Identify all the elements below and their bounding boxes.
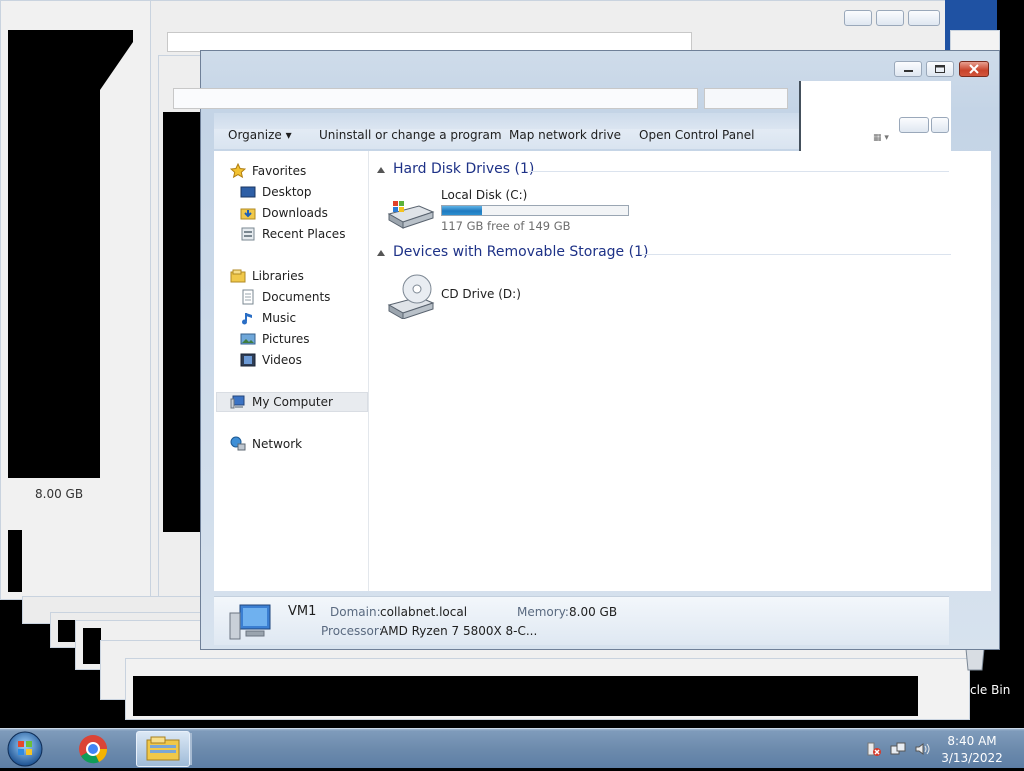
recycle-bin-label[interactable]: cle Bin	[970, 683, 1010, 697]
group-divider	[529, 171, 949, 172]
ghost-close-button	[908, 10, 940, 26]
cd-drive-icon	[387, 273, 435, 322]
computer-large-icon	[228, 603, 274, 644]
ghost-address-field	[167, 32, 692, 52]
ghost-black-area	[8, 530, 22, 592]
nav-downloads[interactable]: Downloads	[240, 203, 328, 223]
usage-bar-fill	[442, 206, 482, 215]
nav-videos[interactable]: Videos	[240, 350, 302, 370]
action-center-icon[interactable]	[866, 741, 882, 757]
local-disk-item[interactable]: Local Disk (C:) 117 GB free of 149 GB	[387, 186, 637, 234]
processor-value: AMD Ryzen 7 5800X 8-C...	[380, 624, 538, 638]
libraries-icon	[230, 268, 246, 284]
documents-icon	[240, 289, 256, 305]
group-hard-disk-drives[interactable]: Hard Disk Drives (1)	[393, 161, 534, 177]
uninstall-button[interactable]: Uninstall or change a program	[319, 128, 502, 142]
nav-pictures[interactable]: Pictures	[240, 329, 310, 349]
nav-favorites[interactable]: Favorites	[229, 161, 306, 181]
collapse-arrow-icon[interactable]	[377, 250, 385, 256]
minimize-button[interactable]	[894, 61, 922, 77]
map-network-drive-button[interactable]: Map network drive	[509, 128, 621, 142]
computer-icon	[230, 394, 246, 410]
explorer-taskbar-button[interactable]	[136, 731, 190, 767]
star-icon	[229, 162, 247, 179]
ghost-black-area	[8, 30, 100, 478]
ghost-black-area	[58, 620, 76, 642]
maximize-button[interactable]	[926, 61, 954, 77]
domain-value: collabnet.local	[380, 605, 468, 619]
address-bar[interactable]	[173, 88, 698, 109]
details-pane: VM1 Domain: collabnet.local Memory: 8.00…	[214, 596, 949, 645]
search-box[interactable]	[704, 88, 788, 109]
nav-music[interactable]: Music	[240, 308, 296, 328]
memory-value: 8.00 GB	[569, 605, 618, 619]
recent-places-icon	[240, 226, 256, 242]
taskbar-separator	[190, 733, 192, 765]
clock-date[interactable]: 3/13/2022	[937, 751, 1007, 765]
group-removable-storage[interactable]: Devices with Removable Storage (1)	[393, 244, 648, 260]
music-icon	[240, 310, 256, 326]
group-divider	[641, 254, 951, 255]
ghost-memory-text: 8.00 GB	[35, 487, 84, 501]
desktop-icon	[240, 184, 256, 200]
clock-time[interactable]: 8:40 AM	[937, 734, 1007, 748]
taskbar: 8:40 AM 3/13/2022	[0, 728, 1024, 768]
cd-drive-label: CD Drive (D:)	[441, 287, 521, 301]
local-disk-label: Local Disk (C:)	[441, 188, 528, 202]
ghost-black-area	[133, 676, 918, 716]
inner-maximize-button	[931, 117, 949, 133]
hard-drive-icon	[387, 196, 435, 233]
close-button[interactable]	[959, 61, 989, 77]
start-button[interactable]	[6, 730, 44, 768]
volume-icon[interactable]	[914, 741, 930, 757]
domain-label: Domain:	[330, 605, 381, 619]
network-tray-icon[interactable]	[890, 741, 906, 757]
ghost-black-area	[163, 112, 200, 532]
network-icon	[230, 436, 246, 452]
nav-computer[interactable]: My Computer	[230, 392, 333, 412]
inner-minimize-button	[899, 117, 929, 133]
ghost-black-area	[83, 628, 101, 664]
organize-button[interactable]: Organize ▾	[228, 128, 292, 142]
nav-libraries[interactable]: Libraries	[230, 266, 304, 286]
local-disk-usage-bar	[441, 205, 629, 216]
cd-drive-item[interactable]: CD Drive (D:)	[387, 271, 587, 322]
videos-icon	[240, 352, 256, 368]
ghost-maximize-button	[876, 10, 904, 26]
memory-label: Memory:	[517, 605, 569, 619]
toolbar-overlay	[214, 113, 799, 129]
processor-label: Processor:	[321, 624, 383, 638]
computer-window: Organize ▾ Uninstall or change a program…	[173, 50, 1000, 650]
ghost-minimize-button	[844, 10, 872, 26]
computer-name: VM1	[288, 604, 317, 619]
nav-recent-places[interactable]: Recent Places	[240, 224, 345, 244]
local-disk-free-space: 117 GB free of 149 GB	[441, 219, 571, 233]
views-icon: ▦ ▾	[873, 133, 889, 143]
nav-documents[interactable]: Documents	[240, 287, 330, 307]
nav-desktop[interactable]: Desktop	[240, 182, 312, 202]
downloads-folder-icon	[240, 205, 256, 221]
pictures-icon	[240, 331, 256, 347]
navigation-pane: Favorites Desktop Downloads Recent Place…	[214, 151, 369, 591]
nav-network[interactable]: Network	[230, 434, 302, 454]
open-control-panel-button[interactable]: Open Control Panel	[639, 128, 754, 142]
content-pane: Hard Disk Drives (1) Local Disk (C:) 117…	[369, 151, 991, 591]
collapse-arrow-icon[interactable]	[377, 167, 385, 173]
chrome-taskbar-button[interactable]	[66, 731, 120, 767]
